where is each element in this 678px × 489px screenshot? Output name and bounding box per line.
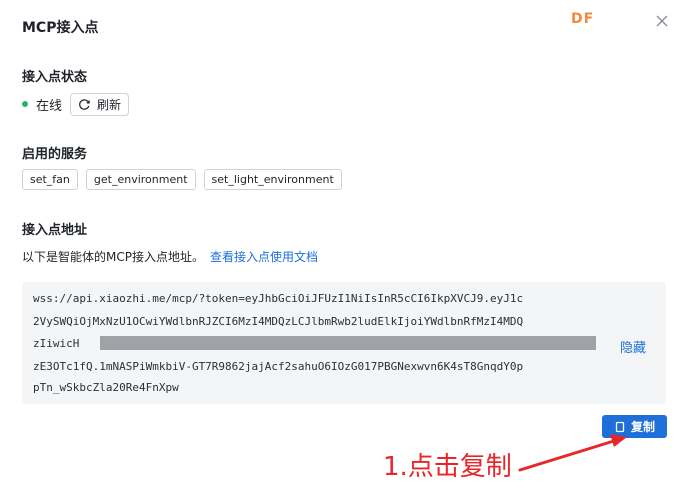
service-tag-set-light-environment: set_light_environment	[203, 169, 342, 190]
endpoint-url-box: wss://api.xiaozhi.me/mcp/?token=eyJhbGci…	[22, 282, 666, 404]
status-section-label: 接入点状态	[22, 70, 88, 85]
dialog-title: MCP接入点	[22, 20, 99, 36]
endpoint-url-line-2: 2VySWQiOjMxNzU1OCwiYWdlbnRJZCI6MzI4MDQzL…	[33, 315, 524, 328]
refresh-icon	[79, 98, 90, 110]
copy-label: 复制	[630, 420, 655, 434]
endpoint-url-line-3: zIiwicH	[33, 337, 80, 350]
status-row: 在线 刷新	[22, 92, 130, 116]
address-section-label: 接入点地址	[22, 223, 88, 238]
redacted-token-bar	[100, 336, 596, 350]
hide-token-link[interactable]: 隐藏	[620, 337, 646, 356]
services-list: set_fan get_environment set_light_enviro…	[22, 169, 342, 190]
annotation-arrow-icon	[518, 434, 627, 472]
refresh-button[interactable]: 刷新	[70, 92, 130, 116]
endpoint-url-line-1: wss://api.xiaozhi.me/mcp/?token=eyJhbGci…	[33, 292, 524, 305]
watermark-logo: DF	[571, 11, 595, 27]
docs-link[interactable]: 查看接入点使用文档	[210, 250, 318, 264]
service-tag-get-environment: get_environment	[85, 169, 196, 190]
annotation-text: 1.点击复制	[383, 452, 512, 482]
copy-icon	[615, 421, 625, 432]
address-description: 以下是智能体的MCP接入点地址。 查看接入点使用文档	[22, 248, 318, 265]
copy-button[interactable]: 复制	[602, 415, 667, 438]
refresh-label: 刷新	[97, 97, 122, 112]
status-value: 在线	[36, 98, 63, 114]
service-tag-set-fan: set_fan	[22, 169, 78, 190]
online-status-dot	[22, 101, 28, 107]
services-section-label: 启用的服务	[22, 147, 88, 162]
mcp-endpoint-dialog: MCP接入点 DF 接入点状态 在线 刷新 启用的服务 set_fan get_…	[0, 0, 678, 489]
endpoint-url-line-4: zE3OTc1fQ.1mNASPiWmkbiV-GT7R9862jajAcf2s…	[33, 360, 524, 373]
endpoint-url-line-5: pTn_wSkbcZla20Re4FnXpw	[33, 381, 179, 394]
address-description-text: 以下是智能体的MCP接入点地址。	[22, 250, 204, 264]
close-icon[interactable]	[653, 12, 671, 30]
